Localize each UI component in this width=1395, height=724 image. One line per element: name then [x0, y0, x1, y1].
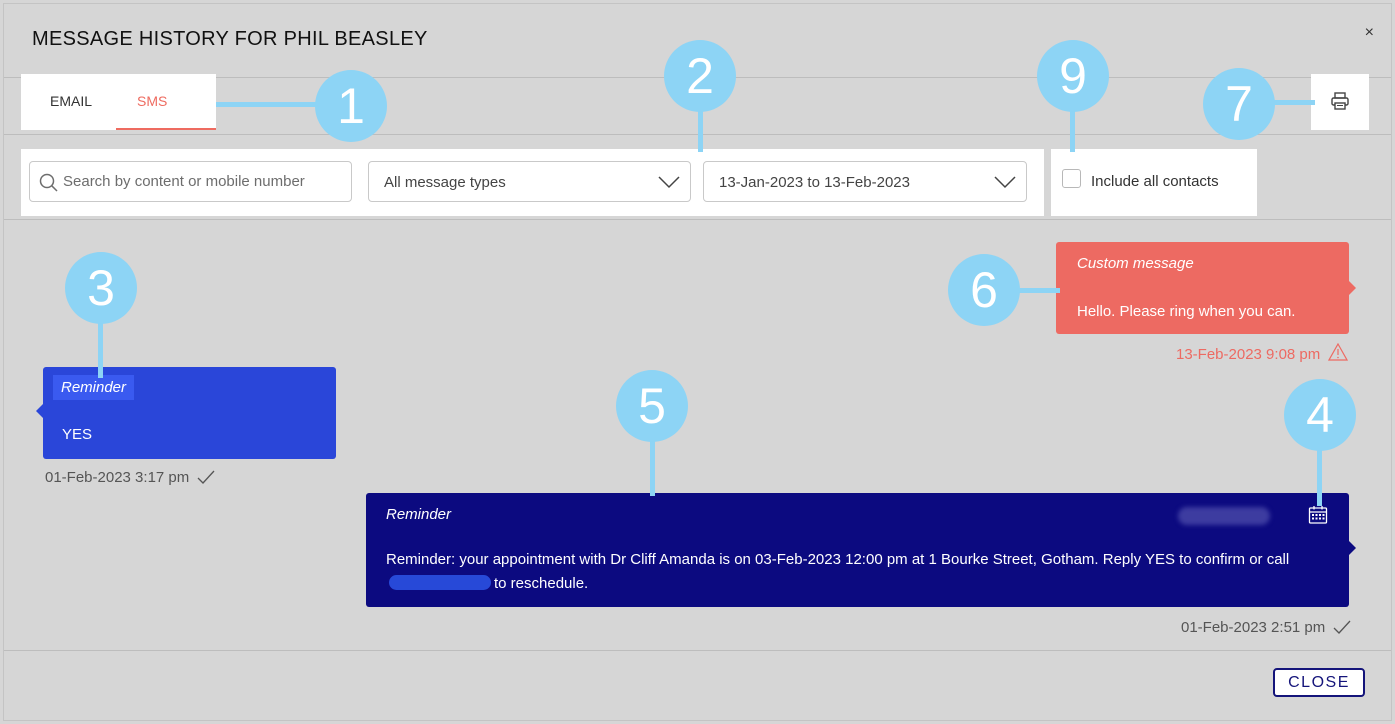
timestamp-text: 01-Feb-2023 2:51 pm	[1181, 619, 1326, 636]
bubble-tail	[1349, 541, 1356, 555]
message-text: Reminder: your appointment with Dr Cliff…	[386, 548, 1326, 596]
search-field[interactable]	[29, 161, 352, 202]
modal-title: MESSAGE HISTORY FOR PHIL BEASLEY	[32, 28, 428, 50]
message-bubble-outgoing: Reminder Reminder: your appointment with…	[366, 493, 1356, 607]
message-text: YES	[62, 426, 93, 443]
message-text-part: to reschedule.	[494, 575, 589, 592]
tab-sms[interactable]: SMS	[137, 93, 167, 109]
date-range-select[interactable]: 13-Jan-2023 to 13-Feb-2023	[703, 161, 1027, 202]
redacted-phone-number	[389, 575, 491, 590]
callout-badge: 4	[1284, 379, 1356, 451]
bubble-tail	[1349, 281, 1356, 295]
checkmark-icon	[1333, 620, 1351, 634]
calendar-icon[interactable]	[1308, 505, 1328, 525]
active-tab-indicator	[116, 128, 216, 130]
chevron-down-icon	[658, 176, 680, 189]
callout-badge: 9	[1037, 40, 1109, 112]
date-range-value: 13-Jan-2023 to 13-Feb-2023	[719, 174, 910, 191]
chevron-down-icon	[994, 176, 1016, 189]
callout-badge: 6	[948, 254, 1020, 326]
include-contacts-label: Include all contacts	[1091, 173, 1219, 190]
include-contacts-checkbox[interactable]	[1062, 169, 1081, 188]
callout-badge: 3	[65, 252, 137, 324]
message-timestamp: 01-Feb-2023 2:51 pm	[1181, 619, 1351, 636]
message-timestamp: 13-Feb-2023 9:08 pm	[1176, 342, 1349, 363]
timestamp-text: 13-Feb-2023 9:08 pm	[1176, 346, 1321, 363]
close-icon[interactable]: ×	[1365, 24, 1374, 42]
divider	[4, 219, 1391, 220]
bubble-tail	[36, 404, 43, 418]
message-text-part: Reminder: your appointment with Dr Cliff…	[386, 551, 1290, 568]
callout-badge: 1	[315, 70, 387, 142]
message-type-label: Custom message	[1077, 255, 1194, 272]
message-type-select[interactable]: All message types	[368, 161, 691, 202]
warning-icon	[1328, 342, 1349, 361]
message-bubble-incoming: Reminder YES	[36, 367, 336, 459]
channel-tabs: EMAIL SMS	[21, 74, 216, 130]
callout-connector	[216, 102, 326, 107]
include-contacts-option: Include all contacts	[1051, 149, 1257, 216]
message-text: Hello. Please ring when you can.	[1077, 303, 1296, 320]
message-timestamp: 01-Feb-2023 3:17 pm	[45, 469, 215, 486]
search-input[interactable]	[63, 162, 348, 201]
callout-badge: 7	[1203, 68, 1275, 140]
divider	[4, 650, 1391, 651]
timestamp-text: 01-Feb-2023 3:17 pm	[45, 469, 190, 486]
message-type-label: Reminder	[386, 506, 452, 523]
printer-icon	[1331, 92, 1349, 110]
filter-bar: All message types 13-Jan-2023 to 13-Feb-…	[21, 149, 1044, 216]
checkmark-icon	[197, 470, 215, 484]
search-icon	[39, 173, 58, 192]
redacted-phone-number	[1178, 507, 1270, 525]
message-type-value: All message types	[384, 174, 506, 191]
tab-email[interactable]: EMAIL	[50, 93, 92, 109]
callout-badge: 5	[616, 370, 688, 442]
close-button[interactable]: CLOSE	[1273, 668, 1365, 697]
message-type-label: Reminder	[53, 375, 135, 400]
message-bubble-outgoing: Custom message Hello. Please ring when y…	[1056, 242, 1356, 334]
print-button[interactable]	[1311, 74, 1369, 130]
callout-badge: 2	[664, 40, 736, 112]
